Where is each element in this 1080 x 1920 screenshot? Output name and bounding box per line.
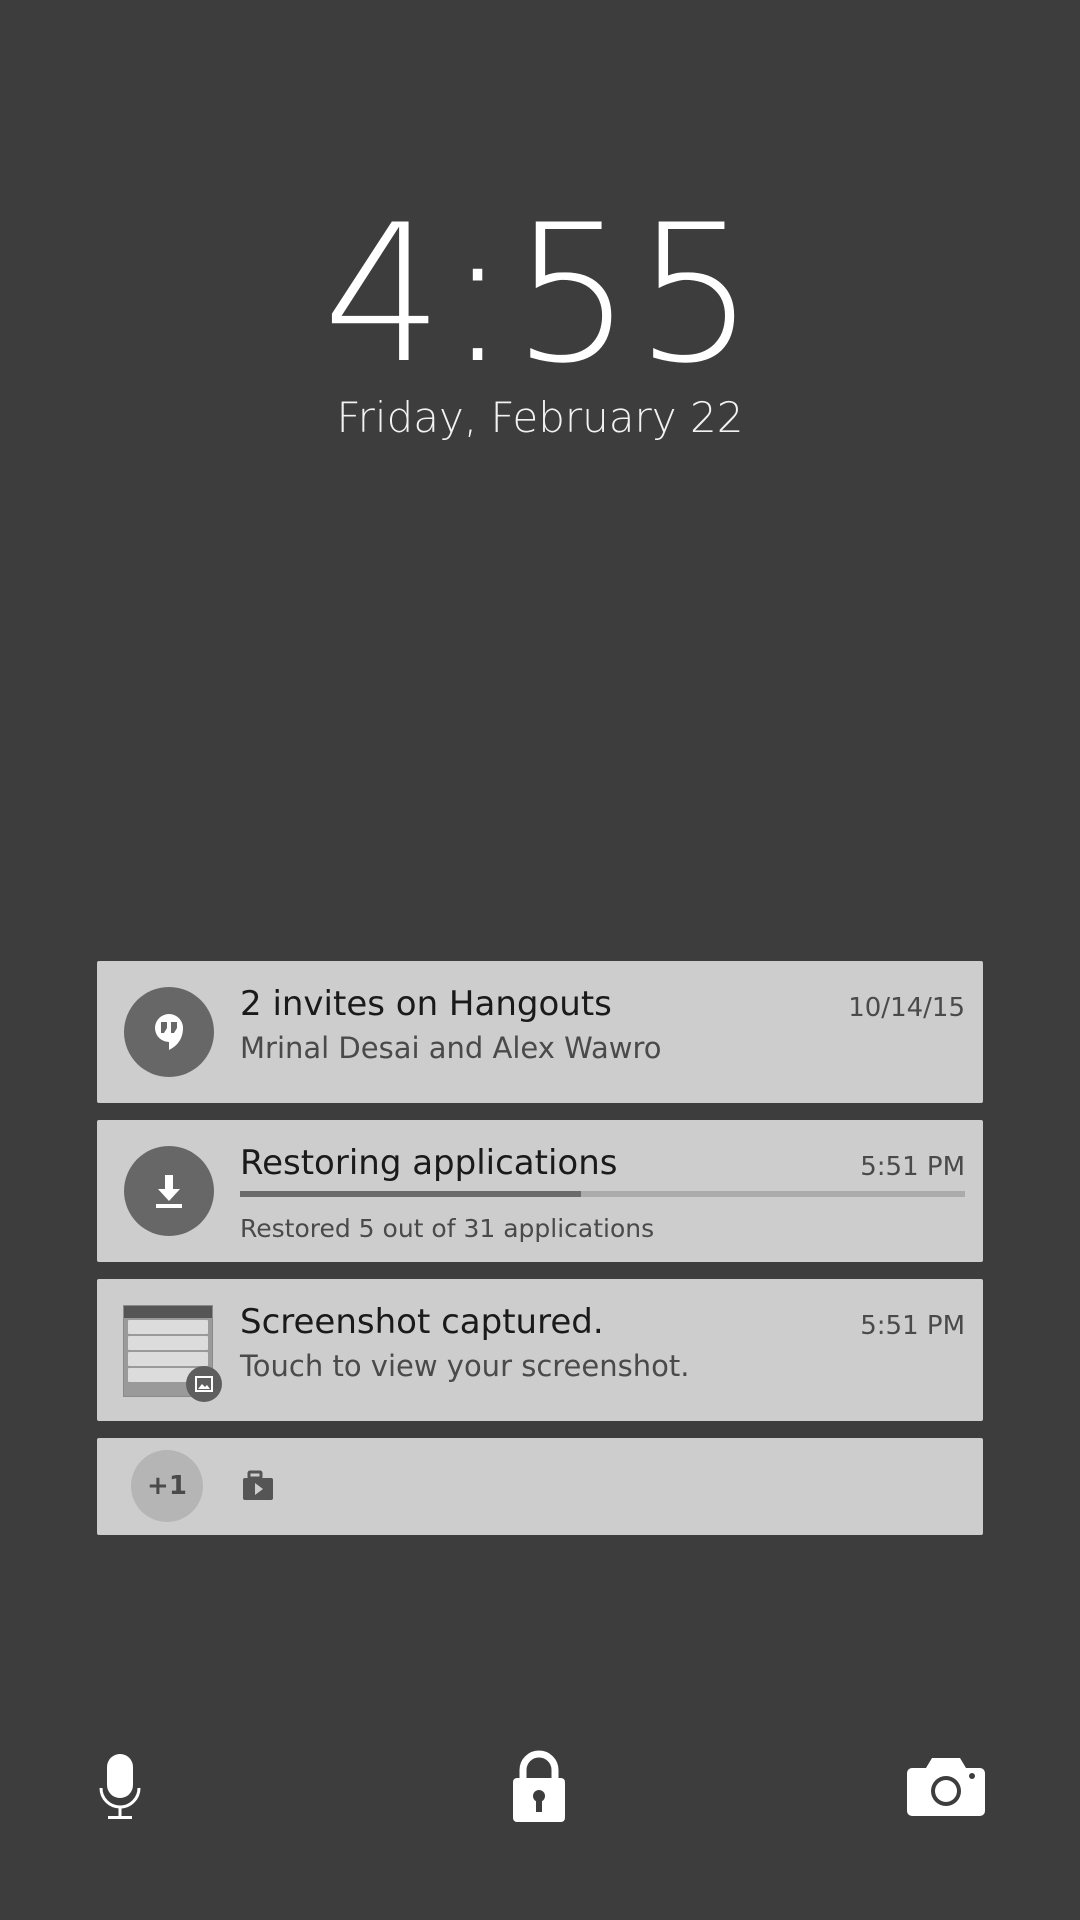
notification-text: Restored 5 out of 31 applications <box>240 1214 655 1243</box>
notification-time: 5:51 PM <box>860 1311 965 1341</box>
notification-title: Screenshot captured. <box>240 1302 604 1342</box>
notification-overflow[interactable]: +1 <box>97 1438 983 1535</box>
restore-progress-fill <box>240 1191 581 1197</box>
notification-time: 10/14/15 <box>848 993 965 1023</box>
clock-date: Friday, February 22 <box>336 393 744 442</box>
notification-time: 5:51 PM <box>860 1152 965 1182</box>
clock-time: 4:55 <box>322 184 758 405</box>
notification-screenshot[interactable]: Screenshot captured. Touch to view your … <box>97 1279 983 1421</box>
overflow-count-badge: +1 <box>131 1450 203 1522</box>
notification-text: Touch to view your screenshot. <box>240 1349 690 1383</box>
microphone-icon[interactable] <box>97 1752 143 1826</box>
lock-screen: 4:55 Friday, February 22 2 invites on Ha… <box>0 0 1080 1920</box>
notification-restoring-apps[interactable]: Restoring applications 5:51 PM Restored … <box>97 1120 983 1262</box>
restore-progress-bar <box>240 1191 965 1197</box>
notification-text: Mrinal Desai and Alex Wawro <box>240 1031 662 1065</box>
download-icon <box>124 1146 214 1236</box>
notification-title: Restoring applications <box>240 1143 618 1183</box>
notification-title: 2 invites on Hangouts <box>240 984 612 1024</box>
play-media-icon <box>240 1470 274 1506</box>
image-icon <box>186 1366 222 1402</box>
lock-icon[interactable] <box>509 1746 569 1830</box>
camera-icon[interactable] <box>906 1756 986 1822</box>
hangouts-icon <box>124 987 214 1077</box>
notification-hangouts[interactable]: 2 invites on Hangouts Mrinal Desai and A… <box>97 961 983 1103</box>
